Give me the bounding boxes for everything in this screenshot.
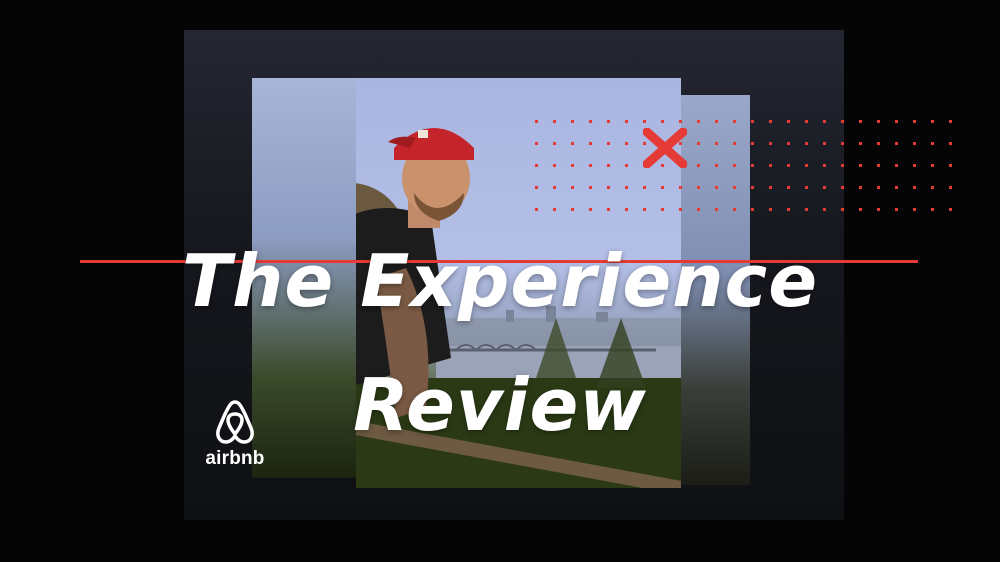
- x-mark-icon: [643, 128, 687, 168]
- title-line-1: The Experience: [181, 239, 819, 323]
- airbnb-logo: airbnb: [200, 398, 270, 478]
- airbnb-belo-icon: [216, 400, 254, 444]
- title-line-2: Review: [353, 363, 647, 447]
- brand-wordmark: airbnb: [205, 448, 265, 469]
- video-thumbnail: The Experience Review airbnb: [0, 0, 1000, 562]
- dot-grid-pattern: [535, 120, 952, 211]
